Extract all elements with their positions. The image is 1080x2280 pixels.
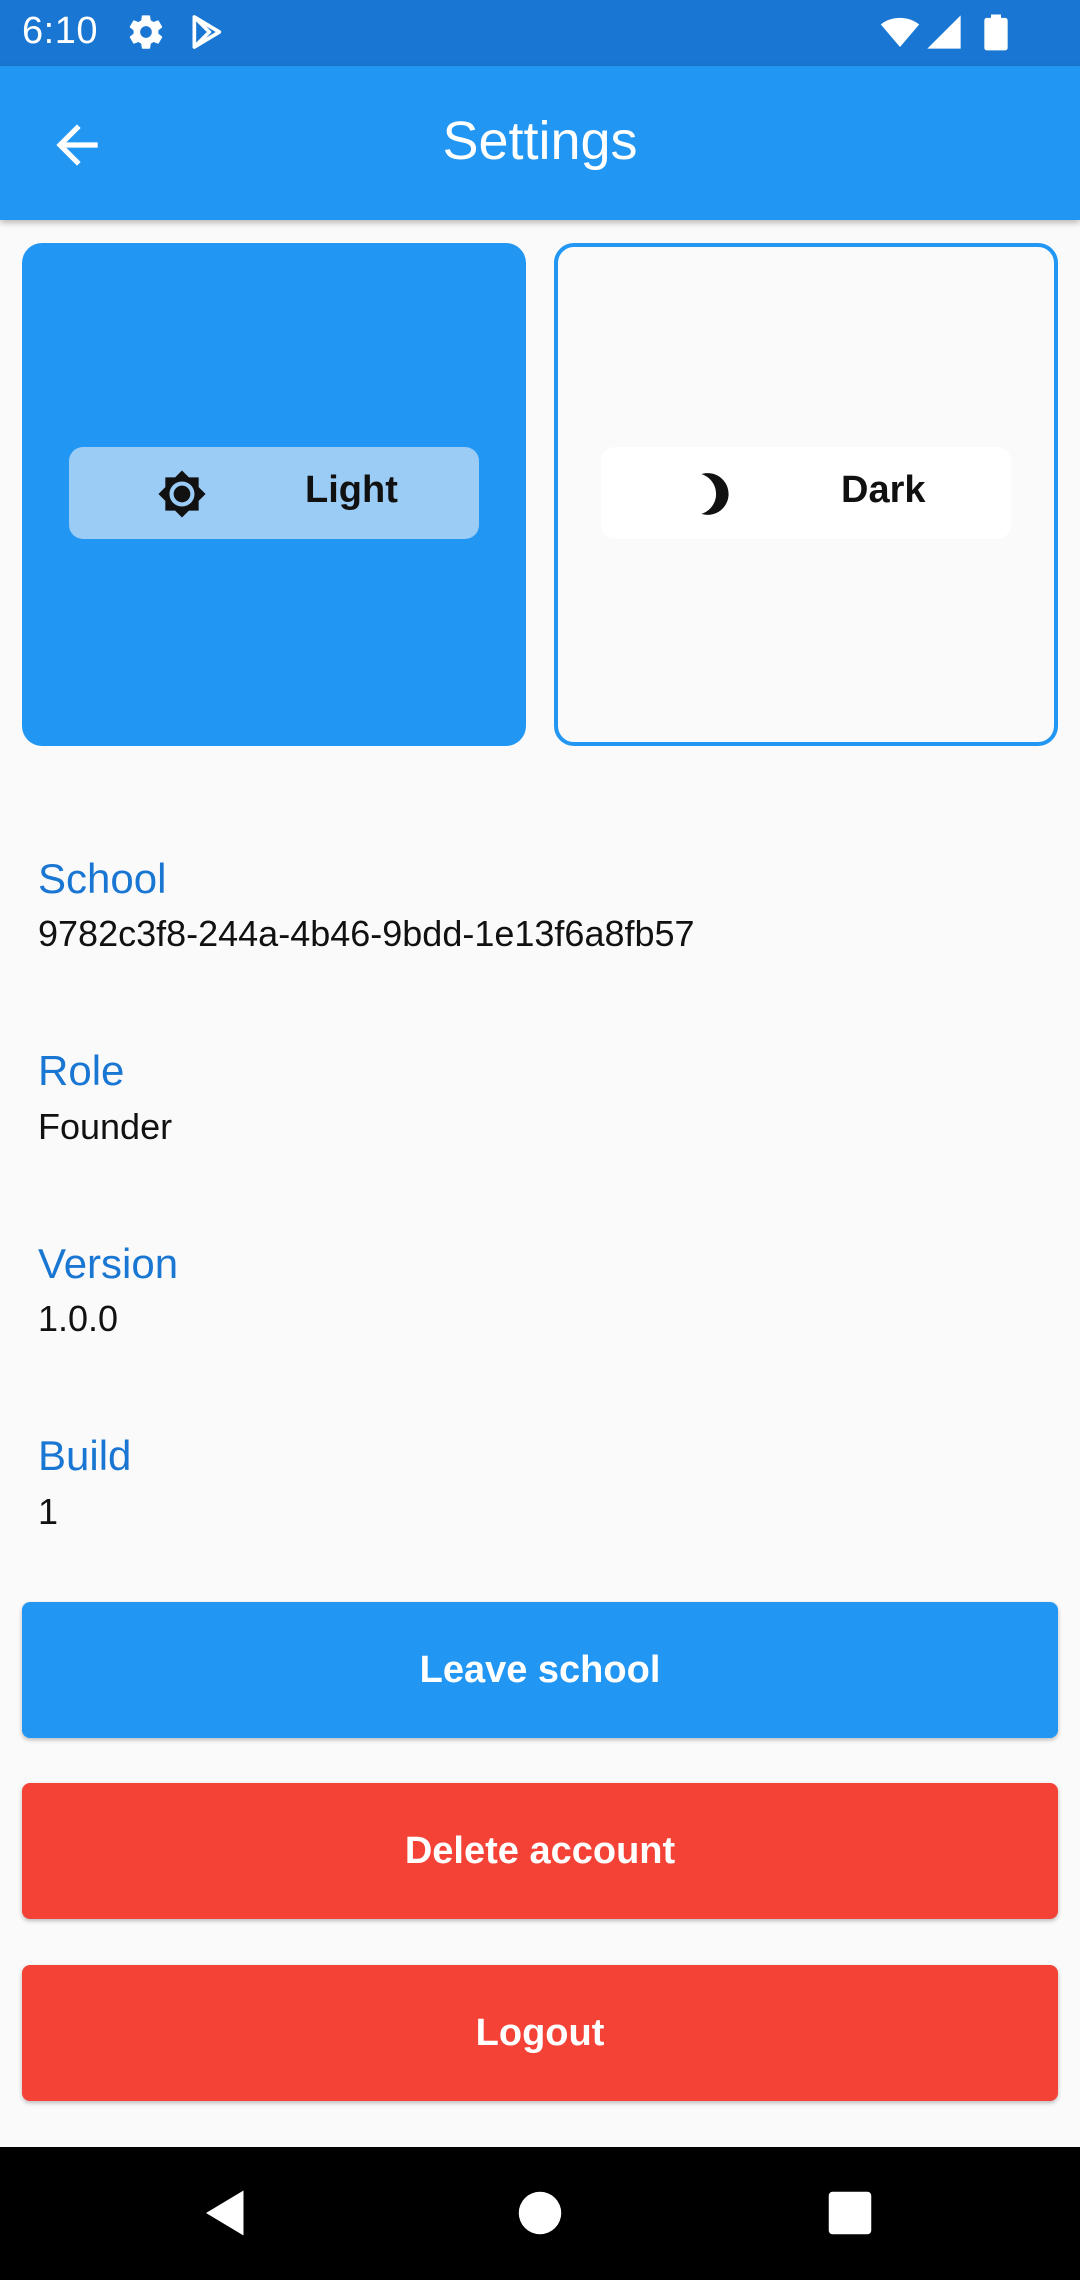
- build-label: Build: [38, 1432, 132, 1479]
- theme-label-dark: Dark: [841, 469, 926, 511]
- back-triangle-icon[interactable]: [196, 2183, 256, 2243]
- version-label: Version: [38, 1240, 179, 1287]
- delete-account-button[interactable]: Delete account: [22, 1783, 1058, 1919]
- home-circle-icon[interactable]: [510, 2183, 570, 2243]
- play-store-icon: [186, 12, 226, 52]
- role-label: Role: [38, 1047, 125, 1094]
- gear-icon: [126, 12, 166, 52]
- leave-school-button[interactable]: Leave school: [22, 1602, 1058, 1738]
- school-label: School: [38, 855, 167, 902]
- logout-button[interactable]: Logout: [22, 1965, 1058, 2101]
- sun-icon: [157, 469, 207, 519]
- theme-pill-dark: Dark: [601, 447, 1011, 539]
- status-bar: 6:10: [0, 0, 1080, 66]
- status-time: 6:10: [22, 10, 98, 52]
- page-title: Settings: [442, 111, 638, 171]
- build-value: 1: [38, 1491, 59, 1532]
- wifi-icon: [880, 12, 920, 52]
- system-nav-bar: [0, 2147, 1080, 2280]
- school-value: 9782c3f8-244a-4b46-9bdd-1e13f6a8fb57: [38, 913, 695, 954]
- role-value: Founder: [38, 1106, 173, 1147]
- theme-pill-light: Light: [69, 447, 479, 539]
- recents-square-icon[interactable]: [820, 2183, 880, 2243]
- moon-icon: [689, 469, 739, 519]
- battery-icon: [976, 12, 1016, 52]
- version-value: 1.0.0: [38, 1298, 119, 1339]
- theme-option-dark[interactable]: Dark: [554, 243, 1058, 746]
- signal-icon: [924, 12, 964, 52]
- theme-option-light[interactable]: Light: [22, 243, 526, 746]
- theme-label-light: Light: [305, 469, 398, 511]
- app-bar: Settings: [0, 66, 1080, 220]
